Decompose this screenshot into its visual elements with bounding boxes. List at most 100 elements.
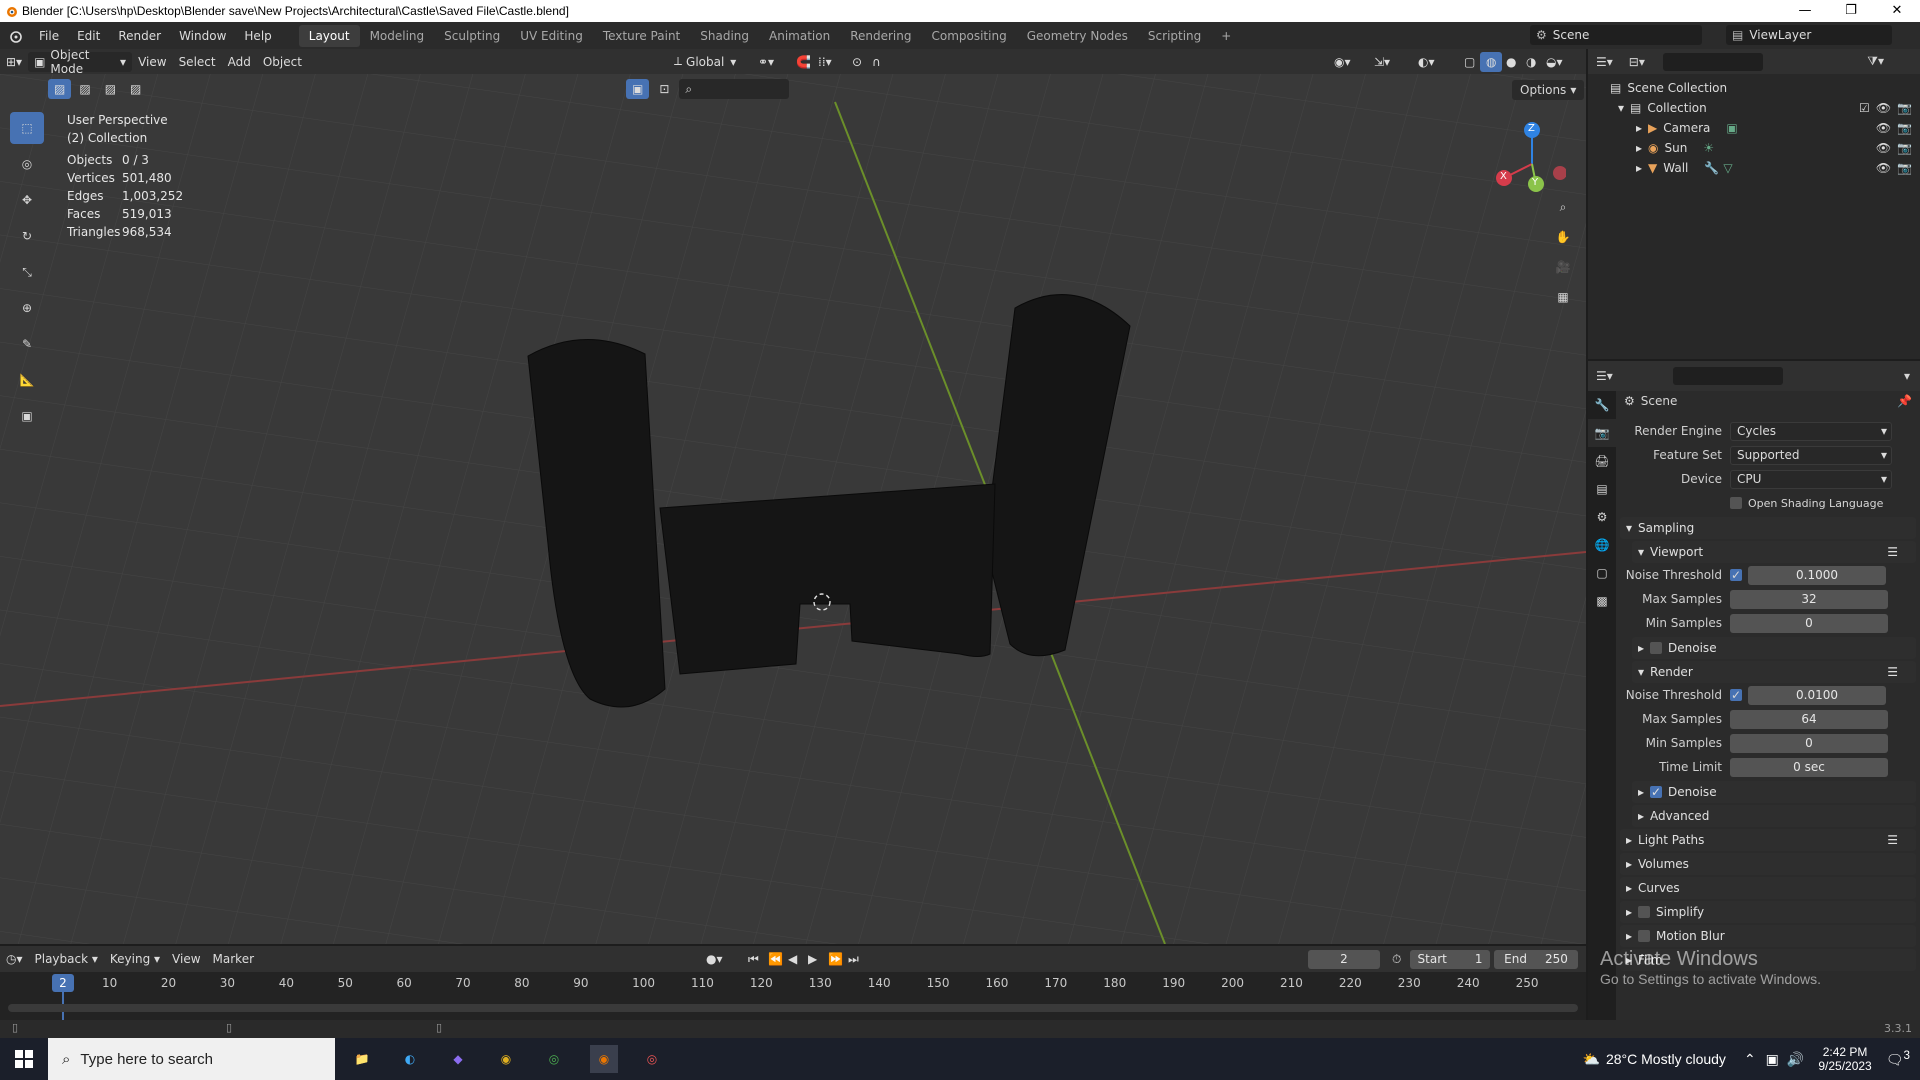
workspace-tab-animation[interactable]: Animation [759, 25, 840, 47]
timeline-menu-keying[interactable]: Keying ▾ [104, 949, 166, 969]
current-frame-field[interactable]: 2 [1308, 949, 1380, 969]
annotate-tool-icon[interactable]: ✎ [10, 328, 44, 360]
timeline-area[interactable]: 10 20 30 40 50 60 70 80 90 100 110 120 130 140 150 160 1… [0, 972, 1586, 1020]
scale-tool-icon[interactable]: ⤡ [10, 256, 44, 288]
zoom-icon[interactable]: ⌕ [1550, 194, 1576, 220]
advanced-subpanel[interactable]: ▸ Advanced [1632, 805, 1916, 827]
view-layer-tab-icon[interactable]: ▤ [1588, 475, 1616, 503]
overlays-toggle-icon[interactable]: ◐▾ [1412, 52, 1441, 72]
noise-threshold-checkbox[interactable]: ✓ [1730, 688, 1742, 702]
output-tab-icon[interactable]: 🖨 [1588, 447, 1616, 475]
maximize-button[interactable]: ❐ [1828, 0, 1874, 22]
blender-menu-icon[interactable] [0, 29, 30, 43]
weather-text[interactable]: 28°C Mostly cloudy [1606, 1051, 1726, 1067]
viewport-denoise-subpanel[interactable]: ▸ Denoise [1632, 637, 1916, 659]
options-dropdown[interactable]: Options ▾ [1512, 80, 1585, 100]
viewport-menu-view[interactable]: View [132, 52, 172, 72]
play-icon[interactable]: ▶ [802, 949, 823, 969]
noise-threshold-checkbox[interactable]: ✓ [1730, 568, 1742, 582]
timeline-menu-playback[interactable]: Playback ▾ [29, 949, 104, 969]
menu-edit[interactable]: Edit [68, 29, 109, 43]
app-icon[interactable]: ◉ [492, 1045, 520, 1073]
presets-list-icon[interactable]: ☰ [1887, 665, 1898, 679]
feature-set-dropdown[interactable]: Supported ▾ [1730, 445, 1892, 465]
workspace-tab-layout[interactable]: Layout [298, 24, 360, 47]
box-select-subtract-icon[interactable]: ▨ [99, 79, 122, 99]
select-box-tool-icon[interactable]: ⬚ [10, 112, 44, 144]
chevron-down-icon[interactable]: ▾ [1618, 101, 1624, 115]
measure-tool-icon[interactable]: 📐 [10, 364, 44, 396]
properties-search-input[interactable] [1672, 367, 1783, 385]
menu-help[interactable]: Help [235, 29, 280, 43]
display-mode-icon[interactable]: ⊟▾ [1629, 55, 1645, 69]
outliner-item-collection[interactable]: ▾ ▤ Collection ☑ 👁 📷 [1588, 98, 1920, 118]
motion-blur-checkbox[interactable] [1638, 930, 1651, 942]
cursor-tool-icon[interactable]: ◎ [10, 148, 44, 180]
outliner-item-wall[interactable]: ▸ ▼ Wall 🔧 ▽ 👁 📷 [1588, 158, 1920, 178]
world-tab-icon[interactable]: 🌐 [1588, 531, 1616, 559]
menu-file[interactable]: File [30, 29, 68, 43]
volume-icon[interactable]: 🔊 [1787, 1051, 1804, 1068]
noise-threshold-field[interactable]: 0.0100 [1748, 685, 1886, 705]
camera-icon[interactable]: 📷 [1897, 161, 1912, 175]
eye-icon[interactable]: 👁 [1876, 141, 1891, 155]
min-samples-field[interactable]: 0 [1730, 733, 1888, 753]
scene-tab-icon[interactable]: ⚙ [1588, 503, 1616, 531]
xray-toggle-icon[interactable]: ▢ [1458, 52, 1481, 72]
minimize-button[interactable]: — [1782, 0, 1828, 22]
workspace-tab-compositing[interactable]: Compositing [921, 25, 1016, 47]
noise-threshold-field[interactable]: 0.1000 [1748, 565, 1886, 585]
play-reverse-icon[interactable]: ◀ [782, 949, 803, 969]
chevron-down-icon[interactable]: ▾ [1904, 369, 1910, 383]
outliner-editor-icon[interactable]: ☰▾ [1596, 55, 1613, 69]
network-icon[interactable]: ▣ [1766, 1051, 1779, 1068]
sampling-panel-header[interactable]: ▾ Sampling [1620, 517, 1916, 539]
workspace-tab-uv-editing[interactable]: UV Editing [510, 25, 593, 47]
gizmo-toggle-icon[interactable]: ⇲▾ [1368, 52, 1396, 72]
render-denoise-checkbox[interactable]: ✓ [1650, 785, 1663, 799]
clock[interactable]: 2:42 PM 9/25/2023 [1818, 1045, 1871, 1073]
edge-browser-icon[interactable]: ◐ [396, 1045, 424, 1073]
outliner-item-sun[interactable]: ▸ ◉ Sun ☀ 👁 📷 [1588, 138, 1920, 158]
timeline-scrollbar[interactable] [8, 1004, 1578, 1012]
editor-type-icon[interactable]: ⊞▾ [0, 52, 28, 72]
min-samples-field[interactable]: 0 [1730, 613, 1888, 633]
perspective-toggle-icon[interactable]: ▦ [1550, 284, 1576, 310]
simplify-panel[interactable]: ▸ Simplify [1620, 901, 1916, 923]
transform-orientation-selector[interactable]: ⟂ Global ▾ [668, 52, 742, 72]
blender-taskbar-icon[interactable]: ◉ [590, 1045, 618, 1073]
render-tab-icon[interactable]: 📷 [1588, 419, 1616, 447]
light-paths-panel[interactable]: ▸ Light Paths ☰ [1620, 829, 1916, 851]
falloff-icon[interactable]: ∩ [866, 52, 887, 72]
timeline-menu-marker[interactable]: Marker [207, 949, 260, 969]
box-select-extend-icon[interactable]: ▨ [73, 79, 96, 99]
menu-render[interactable]: Render [109, 29, 170, 43]
camera-icon[interactable]: 📷 [1897, 141, 1912, 155]
camera-view-icon[interactable]: 🎥 [1550, 254, 1576, 280]
workspace-tab-sculpting[interactable]: Sculpting [434, 25, 510, 47]
eye-icon[interactable]: 👁 [1876, 101, 1891, 115]
workspace-tab-shading[interactable]: Shading [690, 25, 759, 47]
end-frame-field[interactable]: End 250 [1494, 949, 1578, 969]
osl-checkbox[interactable] [1730, 497, 1742, 509]
box-select-new-icon[interactable]: ▨ [48, 79, 72, 99]
auto-keying-icon[interactable]: ●▾ [700, 949, 729, 969]
viewport-menu-object[interactable]: Object [257, 52, 308, 72]
proportional-edit-icon[interactable]: ⊙ [846, 52, 868, 72]
visibility-icon[interactable]: ◉▾ [1328, 52, 1357, 72]
pin-icon[interactable]: 📌 [1897, 394, 1912, 408]
properties-editor-icon[interactable]: ☰▾ [1596, 369, 1613, 383]
add-workspace-button[interactable]: + [1211, 25, 1241, 47]
viewport-menu-add[interactable]: Add [222, 52, 257, 72]
view-layer-selector[interactable]: ▤ ViewLayer [1726, 25, 1892, 45]
eye-icon[interactable]: 👁 [1876, 121, 1891, 135]
snap-target-icon[interactable]: ⁞⁞▾ [812, 52, 838, 72]
curves-panel[interactable]: ▸ Curves [1620, 877, 1916, 899]
transform-tool-icon[interactable]: ⊕ [10, 292, 44, 324]
outliner-search-input[interactable] [1662, 52, 1763, 71]
outliner-item-camera[interactable]: ▸ ▶ Camera ▣ 👁 📷 [1588, 118, 1920, 138]
collection-tab-icon[interactable]: ▢ [1588, 559, 1616, 587]
viewport-denoise-checkbox[interactable] [1650, 642, 1663, 654]
move-tool-icon[interactable]: ✥ [10, 184, 44, 216]
3d-viewport[interactable]: ▣ ⊡ ⌕ ▨ ▨ ▨ ▨ Options ▾ User Perspective… [0, 74, 1586, 944]
